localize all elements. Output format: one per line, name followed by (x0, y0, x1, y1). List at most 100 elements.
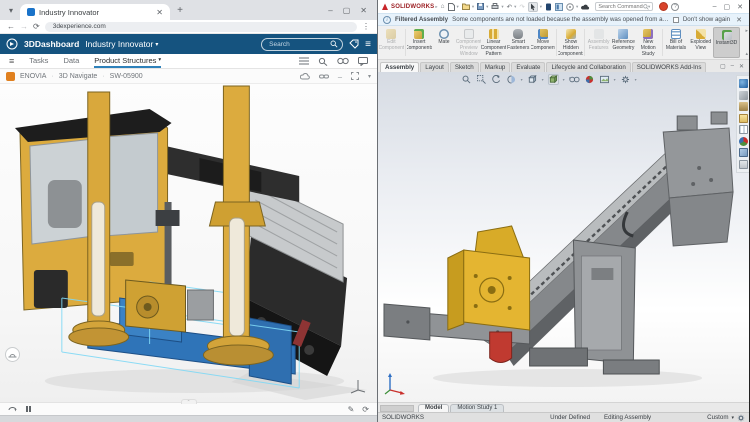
comment-icon[interactable] (358, 57, 368, 66)
tab-search-button[interactable]: ▾ (4, 3, 18, 17)
ground-toggle-icon[interactable] (5, 347, 20, 362)
ribbon-smart-fasteners[interactable]: Smart Fasteners (506, 27, 531, 58)
view-settings-icon[interactable] (620, 74, 631, 85)
cloud-services-icon[interactable] (581, 4, 590, 10)
print-icon[interactable] (491, 3, 499, 10)
doc-close-icon[interactable]: ✕ (739, 63, 744, 70)
tab-lifecycle-collaboration[interactable]: Lifecycle and Collaboration (546, 62, 630, 72)
resources-pane-icon[interactable] (739, 91, 748, 100)
expand-widget-icon[interactable] (351, 72, 359, 80)
status-configuration[interactable]: Custom (707, 414, 728, 421)
doc-minimize-icon[interactable]: – (731, 63, 734, 70)
tab-sketch[interactable]: Sketch (450, 62, 479, 72)
visibility-toggle-icon[interactable] (337, 57, 349, 65)
user-avatar[interactable] (659, 2, 668, 11)
dashboard-name[interactable]: Industry Innovator ▾ (85, 39, 158, 49)
new-tab-button[interactable]: + (173, 3, 187, 17)
pause-icon[interactable] (26, 406, 31, 412)
apply-scene-icon[interactable] (599, 74, 610, 85)
home-icon[interactable]: ⌂ (441, 3, 445, 10)
custom-properties-icon[interactable] (739, 148, 748, 157)
save-icon[interactable] (477, 3, 484, 10)
zoom-fit-icon[interactable] (461, 74, 472, 85)
markup-pen-icon[interactable]: ✎ (348, 405, 355, 414)
display-style-icon[interactable] (548, 74, 559, 85)
ribbon-insert-components[interactable]: Insert Components (407, 27, 432, 58)
pane-splitter[interactable] (380, 405, 414, 412)
ribbon-linear-component-pattern[interactable]: Linear Component Pattern (481, 27, 506, 58)
ribbon-instant3d[interactable]: Instant3D (713, 27, 740, 58)
edit-appearance-icon[interactable] (584, 74, 595, 85)
lifecycle-panel-icon[interactable] (555, 3, 563, 11)
zoom-area-icon[interactable] (476, 74, 487, 85)
ribbon-move-component[interactable]: Move Component (531, 27, 556, 58)
tab-data[interactable]: Data (63, 54, 79, 68)
close-icon[interactable]: ✕ (737, 3, 743, 11)
tab-model[interactable]: Model (418, 404, 449, 412)
hamburger-menu-icon[interactable]: ≡ (365, 39, 371, 50)
restore-icon[interactable]: ▢ (724, 3, 731, 11)
tab-tasks[interactable]: Tasks (29, 54, 48, 68)
minimize-widget-icon[interactable]: – (338, 72, 342, 81)
close-icon[interactable]: ✕ (360, 6, 367, 15)
ribbon-reference-geometry[interactable]: Reference Geometry (611, 27, 636, 58)
command-search-input[interactable] (598, 4, 643, 10)
list-view-icon[interactable] (299, 57, 309, 66)
header-search[interactable] (261, 38, 343, 51)
user-options-icon[interactable] (566, 3, 574, 11)
browser-tab[interactable]: Industry Innovator ✕ (20, 4, 170, 20)
design-library-icon[interactable] (739, 102, 748, 111)
redo-icon[interactable]: ↷ (519, 3, 524, 11)
ribbon-edit-component[interactable]: Edit Component (379, 27, 404, 58)
help-icon[interactable]: ? (671, 3, 679, 11)
tab-layout[interactable]: Layout (420, 62, 449, 72)
link-icon[interactable] (319, 73, 329, 80)
minimize-icon[interactable]: – (328, 6, 332, 15)
tab-assembly[interactable]: Assembly (380, 62, 419, 72)
tag-icon[interactable] (349, 39, 359, 49)
ribbon-assembly-features[interactable]: Assembly Features (586, 27, 611, 58)
reset-view-icon[interactable]: ⟳ (362, 405, 369, 414)
new-file-icon[interactable] (448, 3, 455, 11)
tab-evaluate[interactable]: Evaluate (511, 62, 545, 72)
tab-solidworks-addins[interactable]: SOLIDWORKS Add-Ins (632, 62, 707, 72)
ribbon-bill-of-materials[interactable]: Bill of Materials (664, 27, 689, 58)
reload-icon[interactable]: ⟳ (33, 22, 40, 31)
back-icon[interactable]: ← (7, 22, 15, 31)
tab-close-icon[interactable]: ✕ (156, 8, 163, 17)
3dexperience-icon[interactable] (545, 3, 552, 11)
turntable-play-icon[interactable] (8, 405, 17, 413)
section-view-icon[interactable] (506, 74, 517, 85)
ribbon-component-preview-window[interactable]: Component Preview Window (456, 27, 481, 58)
minimize-icon[interactable]: – (713, 3, 717, 10)
select-cursor-icon[interactable] (528, 2, 538, 12)
forward-icon[interactable]: → (20, 22, 28, 31)
search-input[interactable] (269, 41, 330, 48)
hide-show-items-icon[interactable] (569, 74, 580, 85)
tab-motion-study[interactable]: Motion Study 1 (450, 404, 504, 412)
ribbon-collapse-arrows[interactable]: ▸▴ (745, 28, 748, 57)
doc-restore-icon[interactable]: ▢ (720, 63, 726, 70)
notice-close-icon[interactable]: ✕ (734, 16, 744, 24)
ribbon-show-hidden-components[interactable]: Show Hidden Components (558, 27, 583, 58)
tab-markup[interactable]: Markup (480, 62, 511, 72)
view-palette-icon[interactable] (739, 125, 748, 134)
undo-icon[interactable]: ↶ (507, 3, 512, 11)
panel-handle[interactable]: ⌃ (181, 399, 197, 404)
chevron-down-icon[interactable]: ▾ (368, 73, 371, 80)
chevron-down-icon[interactable]: ▾ (731, 415, 734, 421)
url-field[interactable]: 3dexperience.com (45, 22, 357, 32)
appearances-pane-icon[interactable] (739, 137, 748, 146)
view-orientation-icon[interactable] (527, 74, 538, 85)
compass-icon[interactable] (6, 38, 18, 50)
sw-command-search[interactable]: ▾ (595, 2, 653, 11)
cloud-icon[interactable] (300, 73, 310, 80)
ribbon-exploded-view[interactable]: Exploded View (688, 27, 713, 58)
browser-menu-icon[interactable]: ⋮ (362, 22, 370, 31)
forum-pane-icon[interactable] (739, 160, 748, 169)
menu-expand-icon[interactable]: ▸ (435, 4, 437, 10)
ribbon-new-motion-study[interactable]: New Motion Study (636, 27, 661, 58)
dont-show-again-checkbox[interactable] (673, 17, 679, 23)
ribbon-mate[interactable]: Mate (432, 27, 457, 58)
units-gear-icon[interactable] (737, 414, 745, 422)
